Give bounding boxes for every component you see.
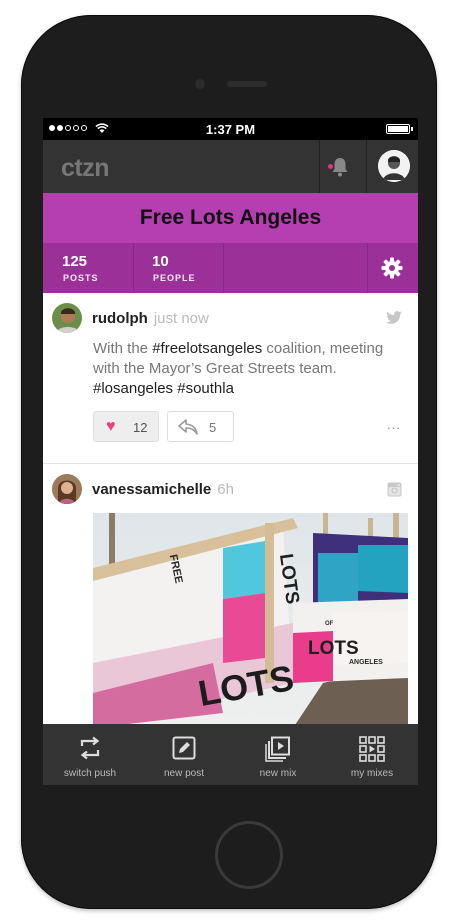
group-banner: Free Lots Angeles	[43, 193, 418, 243]
twitter-icon	[386, 311, 402, 324]
battery-icon	[386, 124, 413, 134]
photo-label: OF	[325, 621, 334, 627]
hashtag-link[interactable]: #freelotsangeles	[152, 340, 262, 357]
group-stats-bar: 125 POSTS 10 PEOPLE	[43, 243, 418, 293]
tab-label: switch push	[63, 768, 117, 779]
media-stack-icon	[265, 736, 290, 762]
reply-arrow-icon	[178, 419, 198, 435]
bell-icon[interactable]	[331, 157, 349, 177]
post-username[interactable]: vanessamichelle 6h	[92, 481, 234, 498]
tab-label: new post	[163, 768, 205, 779]
tab-switch-push[interactable]: switch push	[43, 724, 137, 785]
tab-new-post[interactable]: new post	[137, 724, 231, 785]
reply-count: 5	[209, 420, 217, 435]
tab-label: my mixes	[350, 768, 394, 779]
post-username-text[interactable]: vanessamichelle	[92, 481, 211, 498]
hashtag-link[interactable]: #losangeles	[93, 380, 173, 397]
post-timestamp: 6h	[217, 481, 234, 498]
stat-divider	[223, 243, 224, 293]
grid-play-icon	[359, 736, 385, 762]
post-photo[interactable]: FREE LOTS LOTS LOTS ANGELES OF	[93, 513, 408, 728]
photo-label: ANGELES	[349, 659, 383, 666]
post-username-text[interactable]: rudolph	[92, 310, 148, 327]
app-logo[interactable]: ctzn	[61, 154, 110, 183]
stat-posts[interactable]: 125 POSTS	[43, 243, 133, 293]
user-avatar[interactable]	[378, 150, 410, 182]
stat-posts-value: 125	[62, 253, 88, 270]
earpiece-speaker	[227, 81, 267, 87]
stat-people[interactable]: 10 PEOPLE	[133, 243, 223, 293]
photo-label: LOTS	[308, 638, 359, 659]
reply-button[interactable]: 5	[167, 411, 234, 442]
stat-people-value: 10	[152, 253, 169, 270]
feed-post: vanessamichelle 6h FREE LOTS LOTS LOTS A…	[43, 464, 418, 728]
gear-icon[interactable]	[381, 257, 403, 279]
header-divider	[366, 140, 367, 193]
post-avatar[interactable]	[52, 474, 82, 504]
pencil-icon	[172, 736, 196, 760]
header-divider	[319, 140, 320, 193]
app-header: ctzn	[43, 140, 418, 193]
home-button[interactable]	[215, 821, 283, 889]
instagram-icon	[387, 482, 402, 497]
post-username[interactable]: rudolph just now	[92, 310, 209, 327]
phone-screen: 1:37 PM ctzn Free Lots Angeles 125 POSTS	[43, 118, 418, 785]
status-bar: 1:37 PM	[43, 118, 418, 140]
stat-posts-label: POSTS	[63, 273, 99, 283]
front-camera	[195, 79, 205, 89]
post-avatar[interactable]	[52, 303, 82, 333]
status-time: 1:37 PM	[205, 122, 256, 137]
post-body: With the #freelotsangeles coalition, mee…	[93, 339, 403, 399]
like-count: 12	[133, 420, 148, 435]
tab-label: new mix	[259, 768, 297, 779]
post-text: With the	[93, 340, 153, 357]
stat-divider	[367, 243, 368, 293]
post-timestamp: just now	[153, 310, 209, 327]
switch-icon	[80, 736, 100, 760]
heart-icon: ♥	[106, 418, 116, 435]
like-button[interactable]: ♥ 12	[93, 411, 159, 442]
feed-post: rudolph just now With the #freelotsangele…	[43, 293, 418, 463]
more-options-button[interactable]: ...	[387, 417, 401, 432]
tab-new-mix[interactable]: new mix	[231, 724, 325, 785]
stat-people-label: PEOPLE	[153, 273, 196, 283]
bottom-tab-bar: switch push new post new mix my mixes	[43, 724, 418, 785]
hashtag-link[interactable]: #southla	[177, 380, 234, 397]
group-title: Free Lots Angeles	[139, 206, 322, 229]
tab-my-mixes[interactable]: my mixes	[325, 724, 418, 785]
